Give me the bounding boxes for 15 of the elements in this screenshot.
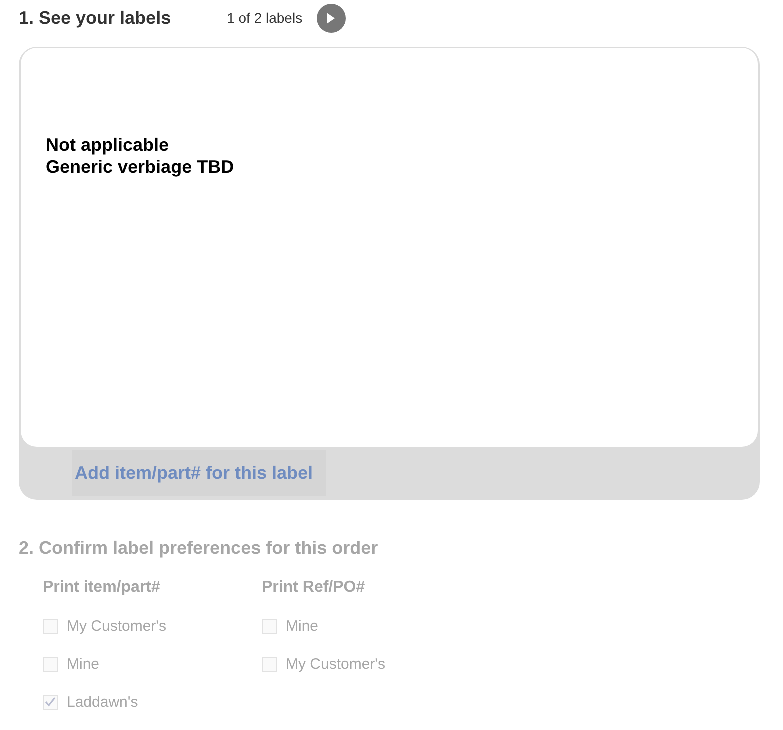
next-label-button[interactable]: [316, 4, 346, 32]
label-text: Generic verbiage TBD: [46, 156, 236, 178]
label-text: Not applicable: [46, 134, 170, 156]
checkbox-label: Mine: [67, 656, 100, 672]
label-counter: 1 of 2 labels: [227, 10, 303, 26]
check-icon: [45, 697, 56, 707]
group-heading: Print Ref/PO#: [262, 579, 366, 597]
checkbox-label: Mine: [286, 618, 319, 634]
section-title: 2. Confirm label preferences for this order: [19, 538, 380, 559]
section-title: 1. See your labels: [19, 8, 172, 28]
checkbox-label: My Customer's: [286, 656, 386, 672]
checkbox-label: My Customer's: [67, 618, 167, 634]
group-heading: Print item/part#: [43, 579, 162, 597]
checkbox-label: Laddawn's: [67, 694, 138, 710]
play-icon: [327, 12, 336, 24]
